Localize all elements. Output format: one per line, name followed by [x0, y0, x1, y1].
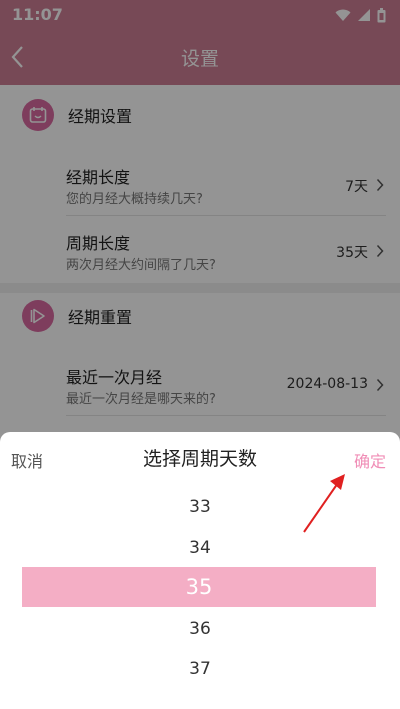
picker-title: 选择周期天数 [142, 448, 257, 470]
confirm-button[interactable]: 确定 [354, 448, 386, 472]
picker-option[interactable]: 37 [0, 649, 400, 689]
picker-option[interactable]: 36 [0, 609, 400, 649]
annotation-arrow-icon [303, 474, 345, 533]
picker-option-selected[interactable]: 35 [22, 567, 376, 607]
